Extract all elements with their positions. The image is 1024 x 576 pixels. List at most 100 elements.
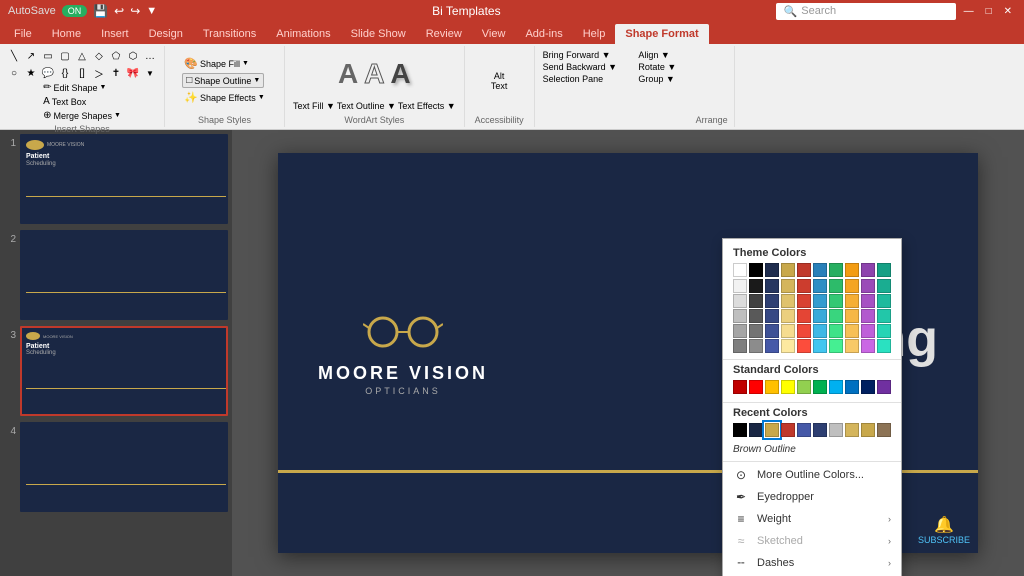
scroll-shapes[interactable]: ▼	[142, 65, 158, 81]
theme-swatch[interactable]	[797, 263, 811, 277]
shape-chevron[interactable]: ＞	[91, 65, 107, 81]
theme-swatch[interactable]	[765, 279, 779, 293]
std-swatch-1[interactable]	[749, 380, 763, 394]
theme-swatch[interactable]	[861, 324, 875, 338]
bring-forward-btn[interactable]: Bring Forward ▼	[543, 50, 617, 60]
theme-swatch[interactable]	[797, 324, 811, 338]
theme-swatch[interactable]	[877, 279, 891, 293]
minimize-btn[interactable]: —	[960, 5, 978, 18]
recent-swatch-4[interactable]	[797, 423, 811, 437]
theme-swatch[interactable]	[861, 263, 875, 277]
tab-transitions[interactable]: Transitions	[193, 24, 266, 44]
theme-swatch[interactable]	[877, 339, 891, 353]
selection-pane-btn[interactable]: Selection Pane	[543, 74, 617, 84]
theme-swatch[interactable]	[797, 309, 811, 323]
theme-swatch[interactable]	[813, 324, 827, 338]
tab-home[interactable]: Home	[42, 24, 91, 44]
theme-swatch[interactable]	[781, 279, 795, 293]
theme-swatch[interactable]	[813, 309, 827, 323]
std-swatch-7[interactable]	[845, 380, 859, 394]
save-icon[interactable]: 💾	[93, 4, 108, 18]
close-btn[interactable]: ✕	[1000, 5, 1016, 18]
search-bar[interactable]: 🔍 Search	[776, 3, 956, 20]
theme-swatch[interactable]	[861, 309, 875, 323]
theme-swatch[interactable]	[877, 294, 891, 308]
edit-shape-btn[interactable]: ✏ Edit Shape ▼	[41, 81, 108, 94]
theme-swatch[interactable]	[829, 309, 843, 323]
std-swatch-9[interactable]	[877, 380, 891, 394]
customize-icon[interactable]: ▼	[146, 5, 157, 17]
theme-swatch[interactable]	[733, 279, 747, 293]
wordart-a-outline[interactable]: A	[362, 56, 386, 92]
tab-view[interactable]: View	[472, 24, 516, 44]
tab-design[interactable]: Design	[139, 24, 193, 44]
theme-swatch[interactable]	[877, 263, 891, 277]
theme-swatch[interactable]	[829, 324, 843, 338]
wordart-a-shadow[interactable]: A	[388, 56, 412, 92]
theme-swatch[interactable]	[733, 263, 747, 277]
theme-swatch[interactable]	[861, 279, 875, 293]
theme-swatch[interactable]	[877, 309, 891, 323]
recent-swatch-1[interactable]	[749, 423, 763, 437]
std-swatch-3[interactable]	[781, 380, 795, 394]
alt-text-btn[interactable]: AltText	[491, 71, 508, 91]
recent-swatch-8[interactable]	[861, 423, 875, 437]
theme-swatch[interactable]	[797, 339, 811, 353]
slide-img-4[interactable]	[20, 422, 228, 512]
text-outline-btn[interactable]: Text Outline ▼	[337, 101, 396, 111]
recent-swatch-3[interactable]	[781, 423, 795, 437]
theme-swatch[interactable]	[765, 309, 779, 323]
weight-item[interactable]: ≡ Weight ›	[723, 508, 901, 530]
theme-swatch[interactable]	[845, 324, 859, 338]
shape-circle[interactable]: ○	[6, 65, 22, 81]
theme-swatch[interactable]	[733, 309, 747, 323]
theme-swatch[interactable]	[797, 294, 811, 308]
recent-swatch-6[interactable]	[829, 423, 843, 437]
undo-icon[interactable]: ↩	[114, 4, 124, 18]
theme-swatch[interactable]	[813, 294, 827, 308]
shape-hexagon[interactable]: ⬡	[125, 48, 141, 64]
shape-more[interactable]: …	[142, 48, 158, 64]
maximize-btn[interactable]: □	[982, 5, 996, 18]
text-fill-btn[interactable]: Text Fill ▼	[293, 101, 335, 111]
shape-ribbon[interactable]: 🎀	[125, 65, 141, 81]
theme-swatch[interactable]	[813, 263, 827, 277]
shape-rounded-rect[interactable]: ▢	[57, 48, 73, 64]
tab-slideshow[interactable]: Slide Show	[341, 24, 416, 44]
theme-swatch[interactable]	[829, 339, 843, 353]
rotate-btn[interactable]: Rotate ▼	[638, 62, 676, 72]
shape-bracket[interactable]: {}	[57, 65, 73, 81]
theme-swatch[interactable]	[829, 294, 843, 308]
slide-img-3[interactable]: MOORE VISION Patient Scheduling	[20, 326, 228, 416]
std-swatch-6[interactable]	[829, 380, 843, 394]
theme-swatch[interactable]	[845, 294, 859, 308]
slide-img-1[interactable]: MOORE VISION Patient Scheduling	[20, 134, 228, 224]
theme-swatch[interactable]	[797, 279, 811, 293]
shape-outline-btn[interactable]: □ Shape Outline ▼	[182, 73, 264, 88]
theme-swatch[interactable]	[845, 279, 859, 293]
std-swatch-4[interactable]	[797, 380, 811, 394]
theme-swatch[interactable]	[845, 309, 859, 323]
theme-swatch[interactable]	[781, 339, 795, 353]
std-swatch-5[interactable]	[813, 380, 827, 394]
theme-swatch[interactable]	[861, 294, 875, 308]
theme-swatch[interactable]	[765, 263, 779, 277]
tab-review[interactable]: Review	[416, 24, 472, 44]
theme-swatch[interactable]	[781, 263, 795, 277]
merge-shapes-btn[interactable]: ⊕ Merge Shapes ▼	[41, 109, 123, 122]
theme-swatch[interactable]	[765, 294, 779, 308]
shape-effects-btn[interactable]: ✨ Shape Effects ▼	[182, 90, 267, 105]
theme-swatch[interactable]	[749, 263, 763, 277]
theme-swatch[interactable]	[781, 294, 795, 308]
theme-swatch[interactable]	[733, 339, 747, 353]
shape-triangle[interactable]: △	[74, 48, 90, 64]
recent-swatch-0[interactable]	[733, 423, 747, 437]
theme-swatch[interactable]	[781, 309, 795, 323]
theme-swatch[interactable]	[749, 309, 763, 323]
align-btn[interactable]: Align ▼	[638, 50, 676, 60]
recent-swatch-5[interactable]	[813, 423, 827, 437]
theme-swatch[interactable]	[781, 324, 795, 338]
theme-swatch[interactable]	[845, 263, 859, 277]
shape-pentagon[interactable]: ⬠	[108, 48, 124, 64]
theme-swatch[interactable]	[749, 339, 763, 353]
